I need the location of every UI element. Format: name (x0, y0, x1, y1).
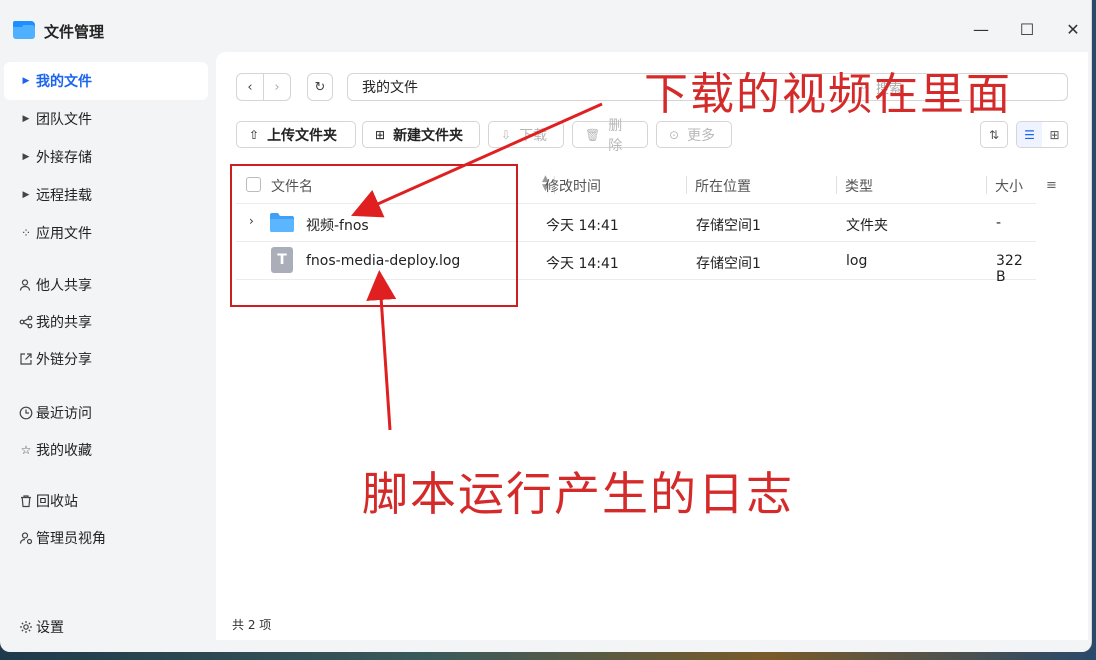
users-icon (16, 278, 36, 292)
sort-icon: ⇅ (988, 127, 1000, 142)
sidebar: ▶ 我的文件 ▶ 团队文件 ▶ 外接存储 ▶ 远程挂载 ⁘ 应用文件 他人共享 (0, 56, 216, 652)
file-type: log (846, 253, 868, 269)
download-label: 下载 (519, 127, 548, 144)
file-size: 322 B (996, 253, 1023, 285)
more-icon: ⊙ (669, 127, 680, 142)
minimize-button[interactable]: — (970, 18, 992, 40)
column-divider[interactable] (836, 176, 837, 194)
sidebar-item-settings[interactable]: 设置 (4, 608, 208, 646)
sidebar-item-label: 远程挂载 (36, 188, 92, 204)
close-button[interactable]: ✕ (1062, 18, 1084, 40)
column-divider[interactable] (686, 176, 687, 194)
share-icon (16, 315, 36, 329)
gear-icon (16, 620, 36, 634)
download-icon: ⇩ (501, 127, 512, 142)
view-toggle: ☰ ⊞ (1016, 121, 1068, 148)
title-bar: 文件管理 — ☐ ✕ (0, 0, 1091, 56)
new-folder-button[interactable]: ⊞ 新建文件夹 (362, 121, 480, 148)
file-size: - (996, 215, 1002, 231)
main-panel: ‹ › ↻ 我的文件 ⌕ 搜索 ⇧ 上传文件夹 ⊞ 新建文件夹 ⇩ 下载 🗑 删… (216, 52, 1088, 640)
app-title: 文件管理 (44, 23, 105, 41)
sidebar-item-recycle-bin[interactable]: 回收站 (4, 482, 208, 520)
chevron-left-icon: ‹ (247, 79, 253, 95)
sidebar-item-label: 设置 (36, 620, 64, 636)
sidebar-item-label: 我的共享 (36, 315, 92, 331)
more-button[interactable]: ⊙ 更多 (656, 121, 732, 148)
sidebar-item-label: 外接存储 (36, 150, 92, 166)
upload-folder-label: 上传文件夹 (267, 127, 338, 144)
trash-icon (16, 494, 36, 508)
grid-view-icon[interactable]: ⊞ (1042, 122, 1067, 147)
header-modified[interactable]: 修改时间 (545, 176, 601, 196)
sidebar-item-label: 他人共享 (36, 278, 92, 294)
sidebar-item-label: 回收站 (36, 494, 78, 510)
delete-label: 删除 (608, 117, 623, 154)
maximize-button[interactable]: ☐ (1016, 18, 1038, 40)
file-manager-app-icon (13, 21, 35, 39)
annotation-highlight-box (230, 164, 518, 307)
annotation-bottom-text: 脚本运行产生的日志 (362, 467, 794, 521)
sidebar-item-my-shares[interactable]: 我的共享 (4, 303, 208, 341)
forward-button[interactable]: › (263, 73, 291, 101)
list-view-icon[interactable]: ☰ (1017, 122, 1042, 147)
sidebar-item-label: 外链分享 (36, 352, 92, 368)
annotation-top-text: 下载的视频在里面 (644, 69, 1012, 120)
sort-button[interactable]: ⇅ (980, 121, 1008, 148)
trash-icon: 🗑 (585, 127, 601, 142)
caret-right-icon: ▶ (22, 76, 30, 86)
more-label: 更多 (687, 127, 716, 144)
modified-time: 今天 14:41 (546, 218, 619, 234)
refresh-button[interactable]: ↻ (307, 73, 333, 101)
sidebar-item-label: 我的文件 (36, 74, 92, 90)
sidebar-item-app-files[interactable]: ⁘ 应用文件 (4, 214, 208, 252)
header-location[interactable]: 所在位置 (695, 176, 751, 196)
item-count: 共 2 项 (232, 618, 272, 632)
header-size[interactable]: 大小 (995, 176, 1023, 196)
sidebar-item-shared-with-me[interactable]: 他人共享 (4, 266, 208, 304)
caret-right-icon: ▶ (22, 190, 30, 200)
caret-right-icon: ▶ (22, 152, 30, 162)
clock-icon (16, 406, 36, 420)
file-location: 存储空间1 (696, 218, 761, 234)
header-type[interactable]: 类型 (845, 176, 873, 196)
upload-icon: ⇧ (249, 127, 260, 142)
download-button[interactable]: ⇩ 下载 (488, 121, 564, 148)
refresh-icon: ↻ (314, 79, 326, 95)
sidebar-item-label: 我的收藏 (36, 443, 92, 459)
new-folder-icon: ⊞ (375, 127, 386, 142)
sidebar-item-label: 团队文件 (36, 112, 92, 128)
column-divider[interactable] (986, 176, 987, 194)
column-settings-icon[interactable]: ≡ (1046, 178, 1057, 193)
file-location: 存储空间1 (696, 256, 761, 272)
upload-folder-button[interactable]: ⇧ 上传文件夹 (236, 121, 356, 148)
sidebar-item-favorites[interactable]: ☆ 我的收藏 (4, 431, 208, 469)
sidebar-item-external-storage[interactable]: ▶ 外接存储 (4, 138, 208, 176)
sidebar-item-label: 管理员视角 (36, 531, 106, 547)
sidebar-item-label: 应用文件 (36, 226, 92, 242)
star-icon: ☆ (20, 443, 32, 457)
sidebar-item-recent[interactable]: 最近访问 (4, 394, 208, 432)
sidebar-item-remote-mount[interactable]: ▶ 远程挂载 (4, 176, 208, 214)
sidebar-item-external-link-share[interactable]: 外链分享 (4, 340, 208, 378)
new-folder-label: 新建文件夹 (393, 127, 464, 144)
path-text: 我的文件 (362, 80, 418, 96)
external-link-icon (16, 352, 36, 366)
file-type: 文件夹 (846, 218, 888, 234)
chevron-right-icon: › (274, 79, 280, 95)
sidebar-item-team-files[interactable]: ▶ 团队文件 (4, 100, 208, 138)
sidebar-item-label: 最近访问 (36, 406, 92, 422)
caret-right-icon: ▶ (22, 114, 30, 124)
admin-icon (16, 531, 36, 545)
apps-icon: ⁘ (20, 226, 32, 240)
back-button[interactable]: ‹ (236, 73, 264, 101)
modified-time: 今天 14:41 (546, 256, 619, 272)
sidebar-item-admin-view[interactable]: 管理员视角 (4, 519, 208, 557)
delete-button[interactable]: 🗑 删除 (572, 118, 648, 154)
sidebar-item-my-files[interactable]: ▶ 我的文件 (4, 62, 208, 100)
